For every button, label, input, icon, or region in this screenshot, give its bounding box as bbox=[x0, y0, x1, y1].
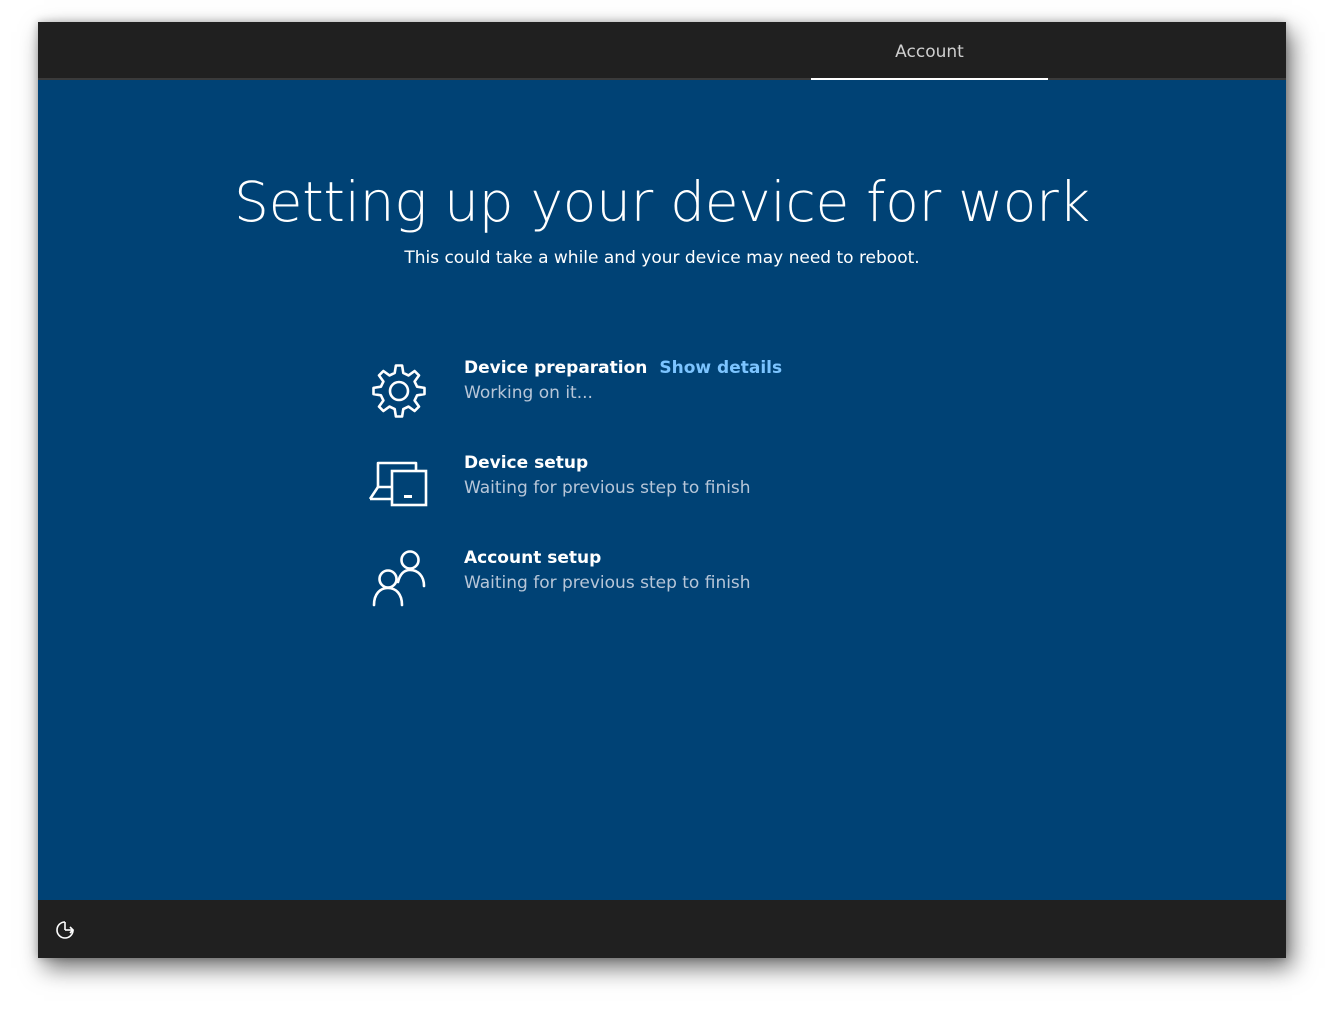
top-bar: Account bbox=[38, 22, 1286, 80]
step-account-setup-title: Account setup bbox=[464, 548, 602, 568]
step-account-setup-text: Account setup Waiting for previous step … bbox=[464, 548, 751, 593]
step-account-setup: Account setup Waiting for previous step … bbox=[366, 548, 966, 618]
tab-account[interactable]: Account bbox=[811, 22, 1048, 80]
tab-active-indicator bbox=[811, 78, 1048, 80]
step-device-setup-title: Device setup bbox=[464, 453, 589, 473]
step-device-preparation: Device preparation Show details Working o… bbox=[366, 358, 966, 428]
page-title: Setting up your device for work bbox=[234, 170, 1090, 234]
people-icon bbox=[372, 550, 426, 607]
step-device-preparation-text: Device preparation Show details Working o… bbox=[464, 358, 782, 403]
gear-icon bbox=[372, 364, 426, 418]
devices-icon bbox=[368, 461, 428, 507]
show-details-link[interactable]: Show details bbox=[659, 358, 782, 378]
setup-window: Account Setting up your device for work … bbox=[38, 22, 1286, 958]
step-device-preparation-title: Device preparation bbox=[464, 358, 648, 378]
tab-account-label: Account bbox=[895, 42, 964, 62]
step-device-setup-status: Waiting for previous step to finish bbox=[464, 478, 751, 498]
step-account-setup-status: Waiting for previous step to finish bbox=[464, 573, 751, 593]
ease-of-access-icon[interactable] bbox=[54, 919, 76, 941]
step-device-setup: Device setup Waiting for previous step t… bbox=[366, 453, 966, 523]
page-subtitle: This could take a while and your device … bbox=[404, 248, 920, 268]
bottom-bar bbox=[38, 900, 1286, 958]
step-title: Device preparation Show details bbox=[464, 358, 782, 378]
step-device-preparation-status: Working on it... bbox=[464, 383, 593, 403]
step-device-setup-text: Device setup Waiting for previous step t… bbox=[464, 453, 751, 498]
